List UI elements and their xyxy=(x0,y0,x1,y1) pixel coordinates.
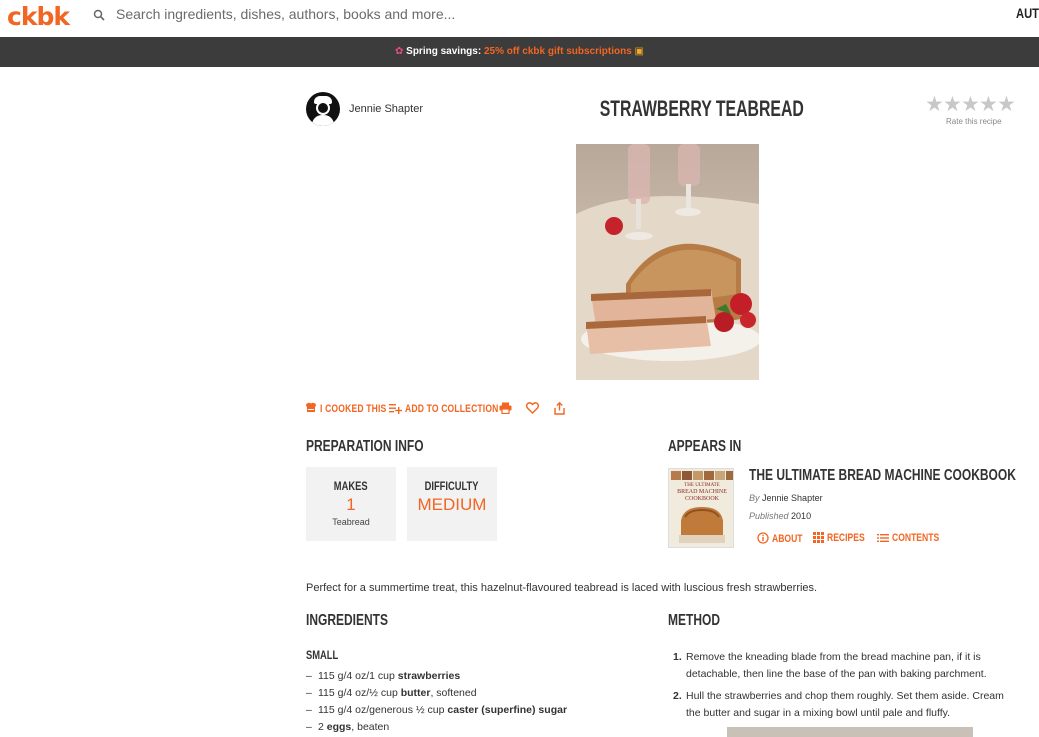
about-link[interactable]: ABOUT xyxy=(757,532,811,545)
cover-line-1: THE ULTIMATE xyxy=(684,483,720,488)
difficulty-box: DIFFICULTY MEDIUM xyxy=(407,467,497,541)
method-steps: 1. Remove the kneading blade from the bre… xyxy=(668,649,1013,727)
ingredient-item: –115 g/4 oz/generous ½ cup caster (super… xyxy=(306,704,568,716)
method-heading: METHOD xyxy=(668,612,720,629)
difficulty-label: DIFFICULTY xyxy=(425,479,479,493)
preparation-info-heading: PREPARATION INFO xyxy=(306,438,424,455)
star-icon[interactable]: ★ xyxy=(961,94,980,115)
difficulty-value: MEDIUM xyxy=(417,495,487,514)
ckbk-logo[interactable]: ckbk xyxy=(7,2,70,31)
top-bar: ckbk AUTI xyxy=(0,0,1039,37)
share-button[interactable] xyxy=(553,401,566,418)
star-icon[interactable]: ★ xyxy=(925,94,944,115)
book-author: By Jennie Shapter xyxy=(749,493,823,503)
recipe-title: STRAWBERRY TEABREAD xyxy=(599,96,804,121)
chef-hat-icon xyxy=(306,402,316,412)
star-icon[interactable]: ★ xyxy=(943,94,962,115)
print-button[interactable] xyxy=(499,402,512,418)
contents-label: CONTENTS xyxy=(892,532,940,544)
star-icon[interactable]: ★ xyxy=(997,94,1016,115)
ingredient-list: –115 g/4 oz/1 cup strawberries –115 g/4 … xyxy=(306,669,567,737)
share-icon xyxy=(554,401,565,415)
playlist-add-icon xyxy=(389,404,403,414)
ingredients-heading: INGREDIENTS xyxy=(306,612,389,629)
book-author-name[interactable]: Jennie Shapter xyxy=(762,493,823,503)
method-step: 1. Remove the kneading blade from the bre… xyxy=(673,651,987,680)
info-icon xyxy=(757,532,769,544)
book-cover[interactable]: THE ULTIMATE BREAD MACHINE COOKBOOK xyxy=(668,468,734,548)
print-icon xyxy=(499,402,512,415)
tulip-icon: ✿ xyxy=(394,46,404,57)
favourite-button[interactable] xyxy=(525,402,540,418)
contents-link[interactable]: CONTENTS xyxy=(877,532,953,544)
about-label: ABOUT xyxy=(772,533,803,545)
method-step: 2. Hull the strawberries and chop them ro… xyxy=(673,690,1004,719)
ingredient-link[interactable]: butter xyxy=(401,687,431,699)
rating-stars[interactable]: ★★★★★ xyxy=(925,94,1016,116)
heart-icon xyxy=(525,402,540,414)
promo-banner[interactable]: ✿ Spring savings: 25% off ckbk gift subs… xyxy=(0,37,1039,67)
published-year: 2010 xyxy=(791,511,812,521)
cover-line-2: BREAD MACHINE xyxy=(677,489,727,495)
book-published: Published 2010 xyxy=(749,511,811,521)
auth-link[interactable]: AUTI xyxy=(1016,5,1039,21)
recipes-link[interactable]: RECIPES xyxy=(813,532,875,544)
ingredient-link[interactable]: eggs xyxy=(327,721,352,733)
search-input[interactable] xyxy=(116,4,716,24)
rate-label: Rate this recipe xyxy=(946,117,1002,126)
makes-label: MAKES xyxy=(334,479,368,493)
ingredients-subheading: SMALL xyxy=(306,648,339,662)
author-avatar[interactable] xyxy=(306,92,340,126)
list-icon xyxy=(877,534,889,542)
promo-highlight[interactable]: 25% off ckbk gift subscriptions xyxy=(484,46,632,57)
book-title[interactable]: THE ULTIMATE BREAD MACHINE COOKBOOK xyxy=(749,467,1039,485)
add-to-collection-label: ADD TO COLLECTION xyxy=(405,403,499,415)
i-cooked-this-label: I COOKED THIS xyxy=(320,403,387,415)
makes-value: 1 xyxy=(346,495,356,514)
method-photo xyxy=(727,727,973,737)
by-label: By xyxy=(749,493,760,503)
recipes-label: RECIPES xyxy=(827,532,865,544)
cover-line-3: COOKBOOK xyxy=(685,496,720,502)
star-icon[interactable]: ★ xyxy=(979,94,998,115)
ingredient-item: –2 eggs, beaten xyxy=(306,721,390,733)
ingredient-item: –115 g/4 oz/1 cup strawberries xyxy=(306,670,461,682)
ingredient-item: –115 g/4 oz/½ cup butter, softened xyxy=(306,687,477,699)
recipe-photo xyxy=(576,144,759,380)
author-name[interactable]: Jennie Shapter xyxy=(349,103,423,115)
search-icon[interactable] xyxy=(93,9,105,21)
appears-in-heading: APPEARS IN xyxy=(668,438,742,455)
promo-lead: Spring savings: xyxy=(406,46,482,57)
ingredient-link[interactable]: strawberries xyxy=(398,670,460,682)
recipe-description: Perfect for a summertime treat, this haz… xyxy=(306,582,818,594)
published-label: Published xyxy=(749,511,789,521)
ingredient-link[interactable]: caster (superfine) sugar xyxy=(447,704,567,716)
makes-unit: Teabread xyxy=(332,517,370,527)
grid-icon xyxy=(813,532,824,543)
makes-box: MAKES 1 Teabread xyxy=(306,467,396,541)
gift-icon: ▣ xyxy=(634,46,644,57)
